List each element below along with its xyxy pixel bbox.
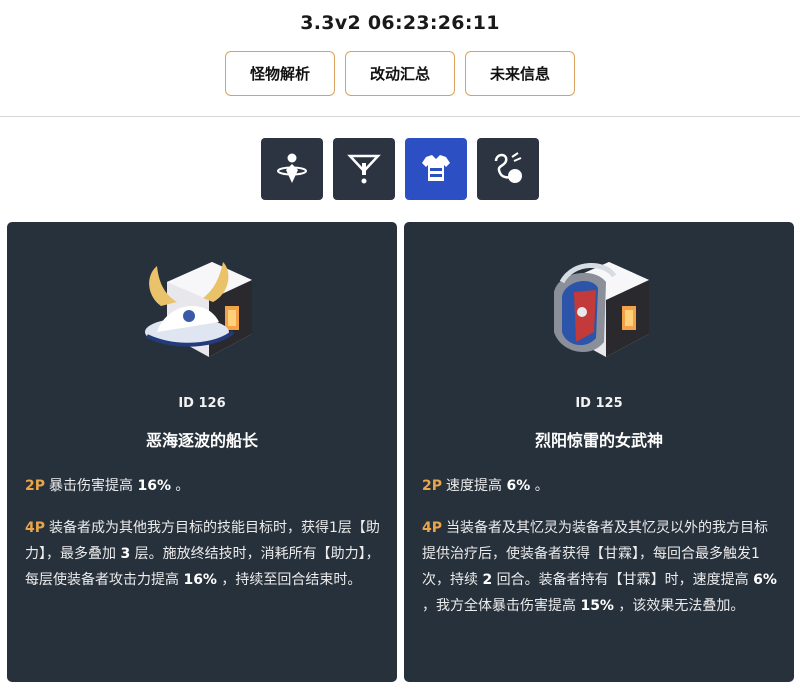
effect-2p: 2P 暴击伤害提高 16% 。 bbox=[25, 473, 381, 499]
effect-value: 6% bbox=[753, 572, 777, 588]
effect-text: 回合。装备者持有【甘霖】时，速度提高 bbox=[492, 572, 754, 588]
effect-2p: 2P 速度提高 6% 。 bbox=[422, 473, 778, 499]
harmony-path-icon bbox=[494, 152, 522, 183]
preservation-path-icon bbox=[422, 155, 450, 181]
effect-4p: 4P 当装备者及其忆灵为装备者及其忆灵以外的我方目标提供治疗后，使装备者获得【甘霖… bbox=[422, 515, 778, 619]
effect-text: 速度提高 bbox=[446, 478, 507, 494]
top-nav: 怪物解析 改动汇总 未来信息 bbox=[0, 51, 800, 96]
tab-nihility[interactable] bbox=[333, 138, 395, 200]
relic-card: ID 125 烈阳惊雷的女武神 2P 速度提高 6% 。 4P 当装备者及其忆灵为装… bbox=[404, 222, 794, 682]
effect-text: ，该效果无法叠加。 bbox=[613, 598, 745, 614]
relic-card: ID 126 恶海逐波的船长 2P 暴击伤害提高 16% 。 4P 装备者成为其他我… bbox=[7, 222, 397, 682]
effect-2p-tag: 2P bbox=[25, 478, 46, 494]
tab-harmony[interactable] bbox=[477, 138, 539, 200]
nihility-path-icon bbox=[347, 154, 381, 184]
effect-text: 。 bbox=[170, 478, 190, 494]
tab-preservation[interactable] bbox=[405, 138, 467, 200]
effect-value: 3 bbox=[120, 546, 131, 562]
effect-4p-tag: 4P bbox=[25, 520, 46, 536]
relic-id: ID 125 bbox=[575, 396, 623, 411]
effect-value: 15% bbox=[580, 598, 614, 614]
effect-2p-tag: 2P bbox=[422, 478, 443, 494]
effect-4p: 4P 装备者成为其他我方目标的技能目标时，获得1层【助力】，最多叠加 3 层。施放… bbox=[25, 515, 381, 593]
remembrance-path-icon bbox=[277, 153, 307, 183]
tab-remembrance[interactable] bbox=[261, 138, 323, 200]
effect-value: 6% bbox=[506, 478, 531, 494]
effect-text: 暴击伤害提高 bbox=[49, 478, 138, 494]
header-divider bbox=[0, 116, 800, 117]
effect-text: ，持续至回合结束时。 bbox=[216, 572, 362, 588]
changes-summary-button[interactable]: 改动汇总 bbox=[345, 51, 455, 96]
effect-value: 16% bbox=[137, 478, 171, 494]
relic-name: 恶海逐波的船长 bbox=[145, 431, 258, 450]
relic-id: ID 126 bbox=[178, 396, 226, 411]
effect-text: ，我方全体暴击伤害提高 bbox=[422, 598, 581, 614]
effect-text: 。 bbox=[530, 478, 549, 494]
monster-analysis-button[interactable]: 怪物解析 bbox=[225, 51, 335, 96]
version-title: 3.3v2 06:23:26:11 bbox=[300, 12, 500, 34]
relic-image bbox=[554, 262, 649, 357]
effect-value: 2 bbox=[482, 572, 493, 588]
future-info-button[interactable]: 未来信息 bbox=[465, 51, 575, 96]
path-tabs bbox=[0, 138, 800, 200]
relic-image bbox=[145, 262, 252, 357]
relic-name: 烈阳惊雷的女武神 bbox=[534, 431, 663, 450]
effect-4p-tag: 4P bbox=[422, 520, 443, 536]
effect-value: 16% bbox=[183, 572, 217, 588]
